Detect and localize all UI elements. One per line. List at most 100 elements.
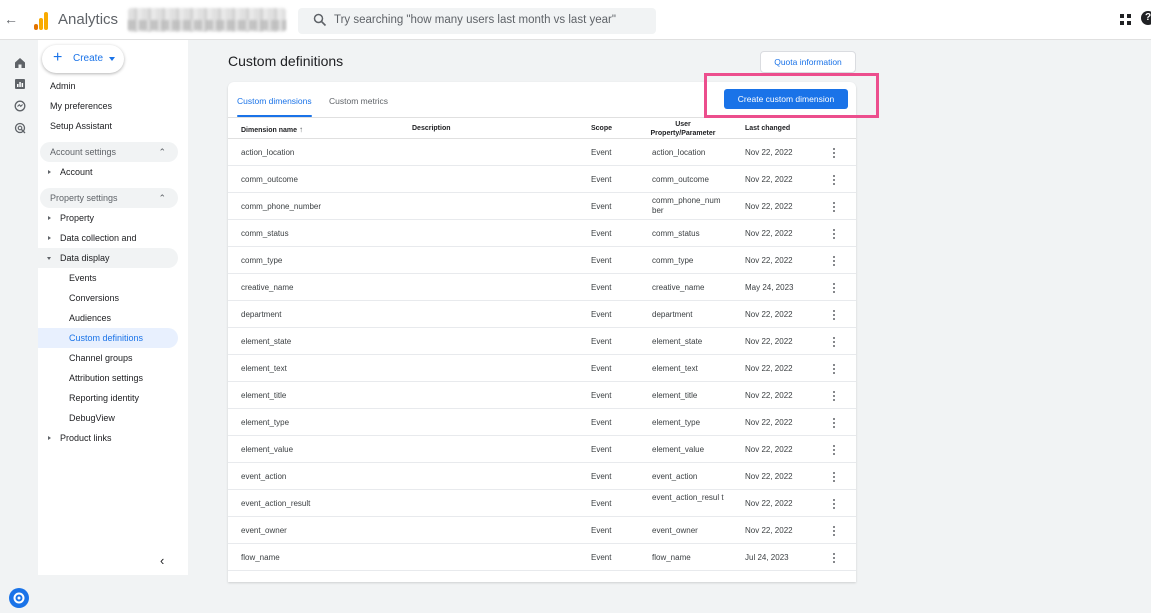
- column-last-changed[interactable]: Last changed: [745, 125, 790, 132]
- nav-audiences[interactable]: Audiences: [38, 308, 178, 328]
- dimension-name-cell[interactable]: flow_name: [241, 553, 280, 562]
- table-row[interactable]: event_owner Event event_owner Nov 22, 2022: [228, 517, 856, 544]
- more-options-icon[interactable]: [833, 175, 835, 185]
- tab-custom-dimensions[interactable]: Custom dimensions: [237, 96, 312, 106]
- scope-cell: Event: [591, 526, 612, 535]
- more-options-icon[interactable]: [833, 310, 835, 320]
- scope-cell: Event: [591, 256, 612, 265]
- more-options-icon[interactable]: [833, 337, 835, 347]
- more-options-icon[interactable]: [833, 526, 835, 536]
- more-options-icon[interactable]: [833, 445, 835, 455]
- dimension-name-cell[interactable]: action_location: [241, 148, 294, 157]
- more-options-icon[interactable]: [833, 148, 835, 158]
- advertising-icon[interactable]: [14, 122, 26, 134]
- search-placeholder: Try searching "how many users last month…: [334, 14, 616, 26]
- dimension-name-cell[interactable]: comm_status: [241, 229, 289, 238]
- column-dimension-name[interactable]: Dimension name ↑: [241, 125, 303, 134]
- dimension-name-cell[interactable]: comm_type: [241, 256, 282, 265]
- table-row[interactable]: department Event department Nov 22, 2022: [228, 301, 856, 328]
- quota-information-button[interactable]: Quota information: [760, 51, 856, 73]
- table-row[interactable]: element_type Event element_type Nov 22, 202…: [228, 409, 856, 436]
- more-options-icon[interactable]: [833, 202, 835, 212]
- home-icon[interactable]: [14, 57, 26, 69]
- more-options-icon[interactable]: [833, 553, 835, 563]
- table-row[interactable]: comm_outcome Event comm_outcome Nov 22, 202…: [228, 166, 856, 193]
- help-icon[interactable]: ?: [1141, 11, 1151, 25]
- more-options-icon[interactable]: [833, 499, 835, 509]
- dimension-name-cell[interactable]: element_text: [241, 364, 287, 373]
- column-user-property-parameter[interactable]: User Property/Parameter: [647, 120, 719, 138]
- nav-account[interactable]: Account: [38, 162, 178, 182]
- table-row[interactable]: element_state Event element_state Nov 22, 2…: [228, 328, 856, 355]
- app-title: Analytics: [58, 11, 119, 28]
- more-options-icon[interactable]: [833, 364, 835, 374]
- table-row[interactable]: action_location Event action_location Nov 2…: [228, 139, 856, 166]
- nav-admin[interactable]: Admin: [50, 76, 190, 96]
- dimension-name-cell[interactable]: comm_outcome: [241, 175, 298, 184]
- tab-custom-metrics[interactable]: Custom metrics: [329, 96, 388, 106]
- table-row[interactable]: comm_type Event comm_type Nov 22, 2022: [228, 247, 856, 274]
- create-button[interactable]: + Create: [42, 45, 124, 73]
- more-options-icon[interactable]: [833, 256, 835, 266]
- more-options-icon[interactable]: [833, 283, 835, 293]
- table-row[interactable]: element_value Event element_value Nov 22, 2…: [228, 436, 856, 463]
- expand-arrow-icon: [48, 170, 51, 174]
- apps-grid-icon[interactable]: [1120, 14, 1131, 25]
- settings-gear-icon[interactable]: [9, 588, 29, 608]
- dimension-name-cell[interactable]: element_state: [241, 337, 291, 346]
- dimension-name-cell[interactable]: element_type: [241, 418, 289, 427]
- property-settings-header[interactable]: Property settings ⌃: [40, 188, 178, 208]
- nav-reporting-identity[interactable]: Reporting identity: [38, 388, 178, 408]
- dimension-name-cell[interactable]: creative_name: [241, 283, 293, 292]
- parameter-cell: action_location: [652, 148, 706, 157]
- nav-events[interactable]: Events: [38, 268, 178, 288]
- more-options-icon[interactable]: [833, 391, 835, 401]
- last-changed-cell: Nov 22, 2022: [745, 364, 793, 373]
- table-row[interactable]: element_title Event element_title Nov 22, 2…: [228, 382, 856, 409]
- account-settings-header[interactable]: Account settings ⌃: [40, 142, 178, 162]
- last-changed-cell: Nov 22, 2022: [745, 148, 793, 157]
- reports-icon[interactable]: [14, 78, 26, 90]
- nav-debugview[interactable]: DebugView: [38, 408, 178, 428]
- nav-channel-groups[interactable]: Channel groups: [38, 348, 178, 368]
- parameter-cell: event_owner: [652, 526, 698, 535]
- table-row[interactable]: element_text Event element_text Nov 22, 202…: [228, 355, 856, 382]
- nav-product-links[interactable]: Product links: [38, 428, 178, 448]
- last-changed-cell: Nov 22, 2022: [745, 229, 793, 238]
- nav-property[interactable]: Property: [38, 208, 178, 228]
- table-row[interactable]: comm_status Event comm_status Nov 22, 2022: [228, 220, 856, 247]
- back-arrow-icon[interactable]: ←: [4, 11, 18, 27]
- explore-icon[interactable]: [14, 100, 26, 112]
- more-options-icon[interactable]: [833, 418, 835, 428]
- column-description[interactable]: Description: [412, 125, 451, 132]
- collapse-nav-icon[interactable]: ‹: [160, 553, 164, 568]
- nav-setup-assistant[interactable]: Setup Assistant: [50, 116, 190, 136]
- dimension-name-cell[interactable]: department: [241, 310, 281, 319]
- table-row[interactable]: flow_name Event flow_name Jul 24, 2023: [228, 544, 856, 571]
- table-row[interactable]: creative_name Event creative_name May 24, 2…: [228, 274, 856, 301]
- dimension-name-cell[interactable]: element_value: [241, 445, 293, 454]
- expand-arrow-icon: [48, 236, 51, 240]
- more-options-icon[interactable]: [833, 472, 835, 482]
- more-options-icon[interactable]: [833, 229, 835, 239]
- column-scope[interactable]: Scope: [591, 125, 612, 132]
- plus-icon: +: [53, 49, 63, 66]
- dimension-name-cell[interactable]: event_action_result: [241, 499, 310, 508]
- parameter-cell: element_state: [652, 337, 703, 346]
- dimension-name-cell[interactable]: comm_phone_number: [241, 202, 321, 211]
- nav-attribution-settings[interactable]: Attribution settings: [38, 368, 178, 388]
- table-row[interactable]: event_action Event event_action Nov 22, 202…: [228, 463, 856, 490]
- table-row[interactable]: event_action_result Event event_action_res…: [228, 490, 856, 517]
- parameter-cell: event_action: [652, 472, 698, 481]
- nav-data-collection[interactable]: Data collection and modifica...: [38, 228, 178, 263]
- nav-data-display[interactable]: Data display: [38, 248, 178, 268]
- dimension-name-cell[interactable]: event_action: [241, 472, 286, 481]
- nav-custom-definitions[interactable]: Custom definitions: [38, 328, 178, 348]
- nav-my-preferences[interactable]: My preferences: [50, 96, 190, 116]
- search-bar[interactable]: Try searching "how many users last month…: [298, 8, 656, 34]
- last-changed-cell: Nov 22, 2022: [745, 472, 793, 481]
- nav-conversions[interactable]: Conversions: [38, 288, 178, 308]
- table-row[interactable]: comm_phone_number Event comm_phone_num ber…: [228, 193, 856, 220]
- dimension-name-cell[interactable]: event_owner: [241, 526, 287, 535]
- dimension-name-cell[interactable]: element_title: [241, 391, 286, 400]
